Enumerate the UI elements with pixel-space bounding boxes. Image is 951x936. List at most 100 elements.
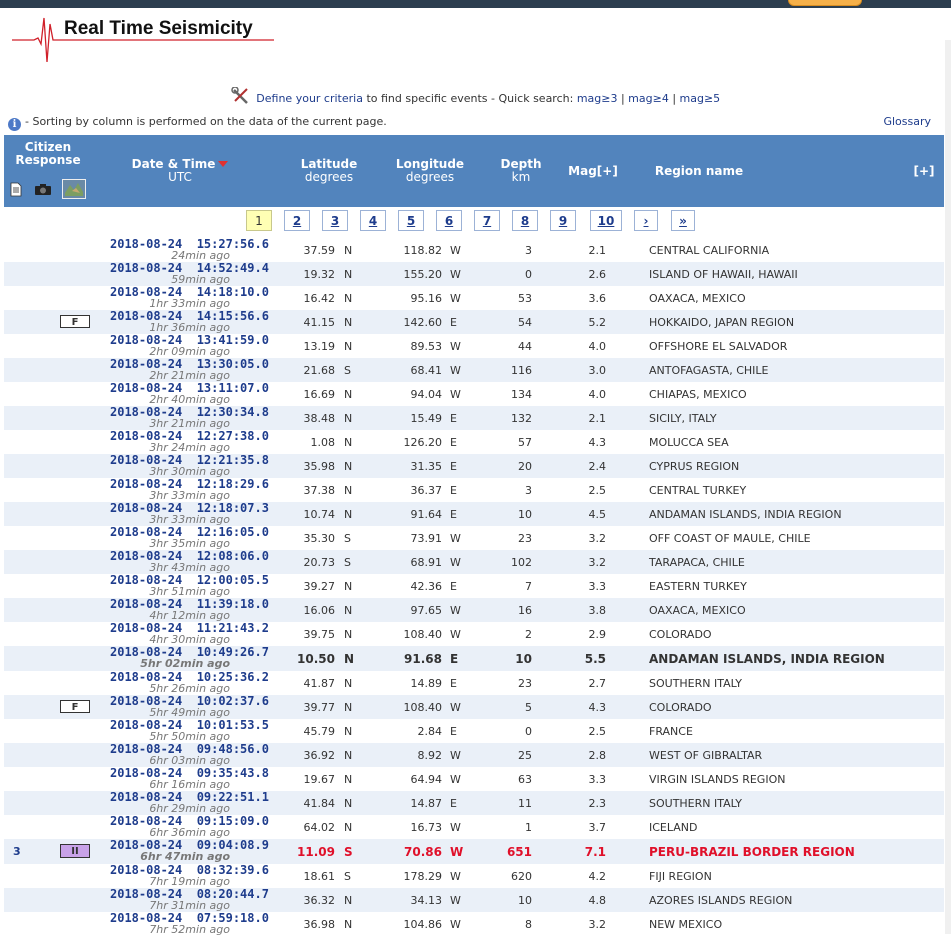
magnitude-value: 2.7 bbox=[588, 677, 607, 690]
utc-label: UTC bbox=[168, 170, 192, 184]
table-row[interactable]: 2018-08-24 12:08:06.0 3hr 43min ago 20.73 S… bbox=[4, 550, 944, 574]
define-criteria-link[interactable]: Define your criteria bbox=[256, 92, 363, 105]
table-row[interactable]: 2018-08-24 12:21:35.8 3hr 30min ago 35.98 N… bbox=[4, 454, 944, 478]
page-link-6[interactable]: 6 bbox=[436, 210, 462, 231]
page-link-4[interactable]: 4 bbox=[360, 210, 386, 231]
page-link-8[interactable]: 8 bbox=[512, 210, 538, 231]
region-name: VIRGIN ISLANDS REGION bbox=[649, 773, 786, 786]
table-row[interactable]: 2018-08-24 12:16:05.0 3hr 35min ago 35.30 S… bbox=[4, 526, 944, 550]
table-row[interactable]: 2018-08-24 15:27:56.6 24min ago 37.59 N 118.… bbox=[4, 238, 944, 262]
page-link-5[interactable]: 5 bbox=[398, 210, 424, 231]
table-row[interactable]: 2018-08-24 08:32:39.6 7hr 19min ago 18.61 S… bbox=[4, 864, 944, 888]
latitude-direction: N bbox=[344, 773, 353, 786]
longitude-value: 34.13 bbox=[410, 894, 443, 907]
event-time-ago: 7hr 52min ago bbox=[149, 923, 230, 936]
event-time-ago: 2hr 21min ago bbox=[149, 369, 230, 382]
longitude-value: 95.16 bbox=[410, 292, 443, 305]
depth-value: 10 bbox=[518, 894, 532, 907]
longitude-direction: W bbox=[450, 701, 461, 714]
table-row[interactable]: 2018-08-24 09:48:56.0 6hr 03min ago 36.92 N… bbox=[4, 743, 944, 767]
latitude-direction: N bbox=[344, 701, 353, 714]
table-row[interactable]: 2018-08-24 11:39:18.0 4hr 12min ago 16.06 N… bbox=[4, 598, 944, 622]
latitude-value: 18.61 bbox=[303, 870, 336, 883]
table-row[interactable]: 2018-08-24 10:02:37.6 5hr 49min ago 39.77 N… bbox=[4, 695, 944, 719]
map-icon[interactable] bbox=[62, 179, 87, 199]
table-row[interactable]: 2018-08-24 10:49:26.7 5hr 02min ago 10.50 N… bbox=[4, 646, 944, 671]
glossary-link[interactable]: Glossary bbox=[883, 115, 931, 128]
magnitude-header[interactable]: Mag[+] bbox=[560, 165, 626, 178]
table-row[interactable]: 2018-08-24 13:41:59.0 2hr 09min ago 13.19 N… bbox=[4, 334, 944, 358]
expand-columns-button[interactable]: [+] bbox=[904, 165, 944, 178]
page-link-11[interactable]: › bbox=[634, 210, 658, 231]
region-name: CHIAPAS, MEXICO bbox=[649, 388, 747, 401]
magnitude-value: 4.5 bbox=[588, 508, 607, 521]
table-row[interactable]: 2018-08-24 13:11:07.0 2hr 40min ago 16.69 N… bbox=[4, 382, 944, 406]
latitude-value: 21.68 bbox=[303, 364, 336, 377]
scrollbar[interactable] bbox=[945, 40, 951, 934]
felt-report-badge[interactable]: F bbox=[60, 315, 90, 328]
longitude-header[interactable]: Longitude degrees bbox=[386, 158, 474, 184]
table-row[interactable]: 2018-08-24 12:30:34.8 3hr 21min ago 38.48 N… bbox=[4, 406, 944, 430]
intensity-badge[interactable]: II bbox=[60, 844, 90, 858]
table-row[interactable]: 2018-08-24 12:00:05.5 3hr 51min ago 39.27 N… bbox=[4, 574, 944, 598]
table-row[interactable]: 2018-08-24 14:18:10.0 1hr 33min ago 16.42 N… bbox=[4, 286, 944, 310]
event-time-ago: 7hr 31min ago bbox=[149, 899, 230, 912]
depth-unit: km bbox=[511, 170, 531, 184]
table-row[interactable]: 2018-08-24 09:35:43.8 6hr 16min ago 19.67 N… bbox=[4, 767, 944, 791]
table-row[interactable]: 2018-08-24 09:22:51.1 6hr 29min ago 41.84 N… bbox=[4, 791, 944, 815]
citizen-response-header[interactable]: Citizen Response bbox=[4, 141, 92, 167]
page-link-10[interactable]: 10 bbox=[590, 210, 622, 231]
document-icon[interactable] bbox=[10, 182, 22, 197]
testimony-count[interactable]: 3 bbox=[13, 845, 21, 858]
region-name: AZORES ISLANDS REGION bbox=[649, 894, 793, 907]
depth-header[interactable]: Depth km bbox=[496, 158, 546, 184]
latitude-header[interactable]: Latitude degrees bbox=[290, 158, 368, 184]
table-row[interactable]: 2018-08-24 14:15:56.6 1hr 36min ago 41.15 N… bbox=[4, 310, 944, 334]
page-link-7[interactable]: 7 bbox=[474, 210, 500, 231]
event-time-ago: 3hr 33min ago bbox=[149, 489, 230, 502]
latitude-direction: N bbox=[344, 894, 353, 907]
page-link-12[interactable]: » bbox=[671, 210, 695, 231]
latitude-value: 35.98 bbox=[303, 460, 336, 473]
table-row[interactable]: 2018-08-24 09:15:09.0 6hr 36min ago 64.02 N… bbox=[4, 815, 944, 839]
page-link-9[interactable]: 9 bbox=[550, 210, 576, 231]
event-time-ago: 3hr 43min ago bbox=[149, 561, 230, 574]
date-time-header[interactable]: Date & Time UTC bbox=[124, 158, 236, 184]
page-link-1[interactable]: 1 bbox=[246, 210, 272, 231]
page-link-3[interactable]: 3 bbox=[322, 210, 348, 231]
table-row[interactable]: 2018-08-24 10:01:53.5 5hr 50min ago 45.79 N… bbox=[4, 719, 944, 743]
depth-value: 102 bbox=[511, 556, 532, 569]
table-row[interactable]: 2018-08-24 12:27:38.0 3hr 24min ago 1.08 N 1… bbox=[4, 430, 944, 454]
latitude-value: 19.32 bbox=[303, 268, 336, 281]
page-link-2[interactable]: 2 bbox=[284, 210, 310, 231]
longitude-direction: E bbox=[450, 508, 457, 521]
quick-search-mag5[interactable]: mag≥5 bbox=[680, 92, 721, 105]
latitude-direction: N bbox=[344, 604, 353, 617]
camera-icon[interactable] bbox=[34, 183, 52, 196]
longitude-value: 108.40 bbox=[403, 701, 443, 714]
table-row[interactable]: 2018-08-24 12:18:29.6 3hr 33min ago 37.38 N… bbox=[4, 478, 944, 502]
longitude-direction: W bbox=[450, 388, 461, 401]
table-row[interactable]: 2018-08-24 14:52:49.4 59min ago 19.32 N 155.… bbox=[4, 262, 944, 286]
longitude-direction: W bbox=[450, 268, 461, 281]
longitude-value: 104.86 bbox=[403, 918, 443, 931]
table-row[interactable]: 2018-08-24 10:25:36.2 5hr 26min ago 41.87 N… bbox=[4, 671, 944, 695]
table-row[interactable]: 2018-08-24 08:20:44.7 7hr 31min ago 36.32 N… bbox=[4, 888, 944, 912]
longitude-direction: E bbox=[450, 652, 459, 666]
table-row[interactable]: 2018-08-24 12:18:07.3 3hr 33min ago 10.74 N… bbox=[4, 502, 944, 526]
latitude-direction: N bbox=[344, 821, 353, 834]
latitude-unit: degrees bbox=[304, 170, 354, 184]
quick-search-mag3[interactable]: mag≥3 bbox=[577, 92, 618, 105]
table-row[interactable]: 2018-08-24 13:30:05.0 2hr 21min ago 21.68 S… bbox=[4, 358, 944, 382]
longitude-value: 155.20 bbox=[403, 268, 443, 281]
table-row[interactable]: 2018-08-24 07:59:18.0 7hr 52min ago 36.98 N… bbox=[4, 912, 944, 936]
felt-report-badge[interactable]: F bbox=[60, 700, 90, 713]
quick-search-mag4[interactable]: mag≥4 bbox=[628, 92, 669, 105]
top-button[interactable] bbox=[788, 0, 862, 6]
citizen-response-icons bbox=[10, 179, 87, 199]
table-row[interactable]: 2018-08-24 11:21:43.2 4hr 30min ago 39.75 N… bbox=[4, 622, 944, 646]
region-header[interactable]: Region name bbox=[644, 165, 754, 178]
table-row[interactable]: 2018-08-24 09:04:08.9 6hr 47min ago 11.09 S… bbox=[4, 839, 944, 864]
info-icon: i bbox=[8, 118, 21, 131]
longitude-value: 73.91 bbox=[410, 532, 443, 545]
